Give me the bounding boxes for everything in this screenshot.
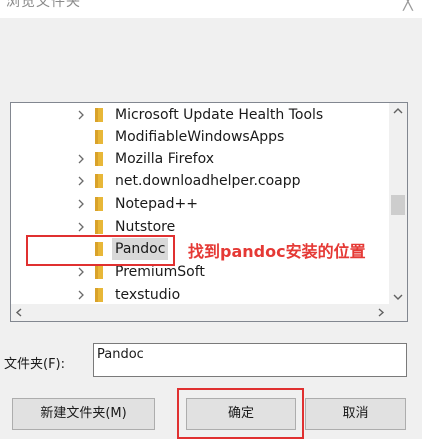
- folder-tree-rows: Microsoft Update Health Tools ModifiableW…: [11, 103, 389, 305]
- folder-field-label: 文件夹(F):: [4, 357, 66, 372]
- folder-icon: [95, 108, 103, 122]
- folder-icon: [95, 174, 103, 188]
- tree-item-label: net.downloadhelper.coapp: [115, 173, 301, 189]
- tree-item[interactable]: Mozilla Firefox: [11, 148, 389, 170]
- annotation-highlight-pandoc: [26, 235, 175, 266]
- tree-item-label: Notepad++: [115, 196, 198, 212]
- scrollbar-corner: [389, 304, 407, 321]
- folder-icon: [95, 220, 103, 234]
- tree-item[interactable]: net.downloadhelper.coapp: [11, 170, 389, 192]
- cancel-button[interactable]: 取消: [305, 398, 406, 430]
- scroll-up-icon[interactable]: [389, 103, 407, 120]
- tree-item-label: Microsoft Update Health Tools: [115, 107, 324, 123]
- tree-item[interactable]: texstudio: [11, 284, 389, 305]
- browse-folder-dialog: 浏览文件夹 ╳ Microsoft Update Health Tools Mod…: [0, 0, 422, 439]
- title-bar: 浏览文件夹 ╳: [0, 0, 422, 18]
- chevron-right-icon[interactable]: [75, 148, 87, 170]
- tree-item-label: ModifiableWindowsApps: [115, 129, 285, 145]
- close-icon[interactable]: ╳: [396, 0, 420, 14]
- chevron-right-icon[interactable]: [75, 193, 87, 215]
- folder-icon: [95, 197, 103, 211]
- folder-field-input[interactable]: [93, 343, 407, 377]
- folder-icon: [95, 265, 103, 279]
- chevron-right-icon[interactable]: [75, 104, 87, 126]
- folder-icon: [95, 288, 103, 302]
- scroll-down-icon[interactable]: [389, 288, 407, 305]
- scroll-left-icon[interactable]: [11, 304, 28, 321]
- vertical-scroll-thumb[interactable]: [391, 195, 405, 215]
- folder-tree[interactable]: Microsoft Update Health Tools ModifiableW…: [10, 102, 408, 322]
- tree-item[interactable]: ModifiableWindowsApps: [11, 126, 389, 148]
- chevron-right-icon[interactable]: [75, 284, 87, 305]
- vertical-scrollbar[interactable]: [389, 103, 407, 305]
- annotation-highlight-ok: [177, 388, 304, 439]
- folder-icon: [95, 130, 103, 144]
- tree-item[interactable]: Notepad++: [11, 193, 389, 215]
- chevron-right-icon[interactable]: [75, 170, 87, 192]
- tree-item-label: Mozilla Firefox: [115, 151, 215, 167]
- window-title: 浏览文件夹: [6, 0, 81, 10]
- horizontal-scrollbar[interactable]: [11, 304, 389, 321]
- new-folder-button[interactable]: 新建文件夹(M): [12, 398, 155, 430]
- scroll-right-icon[interactable]: [372, 304, 389, 321]
- tree-item-label: texstudio: [115, 287, 181, 303]
- annotation-text: 找到pandoc安装的位置: [188, 242, 366, 261]
- tree-item[interactable]: Microsoft Update Health Tools: [11, 104, 389, 126]
- folder-icon: [95, 152, 103, 166]
